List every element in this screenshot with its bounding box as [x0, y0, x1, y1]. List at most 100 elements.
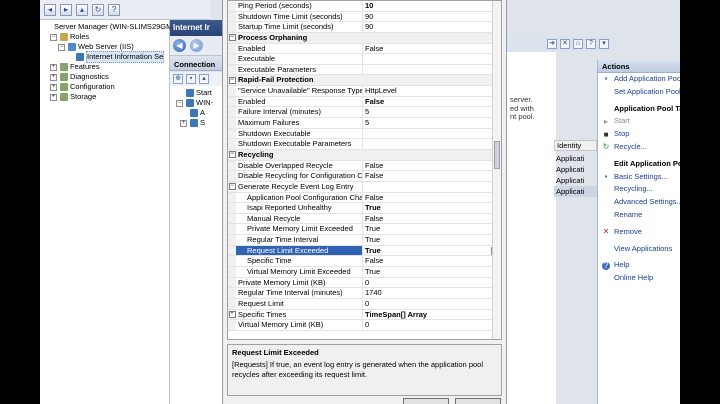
tree-item[interactable]: + Features: [40, 62, 169, 72]
back-icon[interactable]: ◂: [44, 3, 56, 16]
property-row[interactable]: Failure Interval (minutes) 5: [228, 107, 501, 119]
property-row[interactable]: Shutdown Time Limit (seconds) 90: [228, 11, 501, 23]
property-value[interactable]: [363, 139, 501, 149]
property-value[interactable]: 0: [363, 299, 501, 309]
property-value[interactable]: TimeSpan[] Array: [363, 310, 501, 320]
identity-cell[interactable]: Applicati: [554, 153, 597, 164]
property-row[interactable]: Virtual Memory Limit Exceeded True: [228, 267, 501, 278]
action-help[interactable]: ? Help: [598, 259, 680, 272]
identity-cell[interactable]: Applicati: [554, 164, 597, 175]
property-row[interactable]: Shutdown Executable: [228, 128, 501, 140]
property-row[interactable]: Regular Time Interval True: [228, 235, 501, 246]
action-stop[interactable]: ■ Stop: [598, 128, 680, 141]
property-value[interactable]: True: [363, 203, 501, 213]
property-row[interactable]: Ping Period (seconds) 10: [228, 1, 501, 12]
action-remove[interactable]: ✕ Remove: [598, 226, 680, 239]
identity-cell[interactable]: Applicati: [554, 175, 597, 186]
action-recycling[interactable]: Recycling...: [598, 183, 680, 196]
property-row[interactable]: Isapi Reported Unhealthy True: [228, 203, 501, 214]
expand-icon[interactable]: +: [50, 83, 57, 91]
property-value[interactable]: 5: [363, 118, 501, 128]
property-row[interactable]: Regular Time Interval (minutes) 1740: [228, 288, 501, 299]
property-row[interactable]: Enabled False: [228, 96, 501, 108]
property-row[interactable]: Private Memory Limit Exceeded True: [228, 224, 501, 236]
collapse-icon[interactable]: −: [176, 99, 183, 107]
action-set-application-pool-defaults[interactable]: Set Application Pool Defaults...: [598, 86, 680, 99]
property-value[interactable]: True: [363, 246, 501, 256]
scrollbar-thumb[interactable]: [494, 141, 500, 169]
property-value[interactable]: [363, 129, 501, 139]
up-folder-icon[interactable]: ▴: [76, 3, 88, 16]
property-row[interactable]: Disable Recycling for Configuration Chan…: [228, 171, 501, 182]
collapse-icon[interactable]: −: [228, 76, 236, 84]
property-row[interactable]: Request Limit 0: [228, 298, 501, 310]
property-value[interactable]: False: [363, 214, 501, 224]
dropdown-icon[interactable]: ▾: [599, 39, 609, 49]
back-arrow-icon[interactable]: ◀: [173, 39, 186, 52]
identity-cell-selected[interactable]: Applicati: [554, 186, 597, 197]
action-advanced-settings[interactable]: Advanced Settings...: [598, 196, 680, 209]
tree-item[interactable]: Internet Information Se: [40, 51, 169, 63]
property-row[interactable]: Virtual Memory Limit (KB) 0: [228, 320, 501, 331]
collapse-icon[interactable]: −: [228, 183, 236, 191]
property-row[interactable]: "Service Unavailable" Response Type HttpL…: [228, 86, 501, 97]
property-value[interactable]: False: [363, 193, 501, 203]
property-row[interactable]: Manual Recycle False: [228, 213, 501, 225]
property-row[interactable]: − Generate Recycle Event Log Entry: [228, 181, 501, 193]
save-icon[interactable]: ▪: [186, 74, 196, 84]
property-value[interactable]: HttpLevel: [363, 86, 501, 96]
forward-arrow-icon[interactable]: ▶: [190, 39, 203, 52]
tree-item[interactable]: Server Manager (WIN-SLIMS29GM: [40, 22, 172, 32]
cancel-button[interactable]: [455, 398, 501, 404]
expand-icon[interactable]: +: [228, 310, 236, 318]
connect-icon[interactable]: ⊕: [173, 74, 183, 84]
collapse-icon[interactable]: −: [58, 43, 65, 51]
refresh-icon[interactable]: ↻: [92, 3, 104, 16]
forward-icon[interactable]: ▸: [60, 3, 72, 16]
expand-icon[interactable]: +: [50, 93, 57, 101]
category-row[interactable]: − Recycling: [228, 149, 501, 161]
expand-icon[interactable]: +: [180, 119, 187, 127]
property-value[interactable]: False: [363, 256, 501, 266]
property-value[interactable]: 10: [363, 1, 501, 11]
property-value[interactable]: 1740: [363, 288, 501, 298]
property-row[interactable]: Specific Time False: [228, 256, 501, 268]
tree-item[interactable]: + Storage: [40, 92, 169, 102]
property-value[interactable]: 90: [363, 12, 501, 22]
property-row[interactable]: + Specific Times TimeSpan[] Array: [228, 309, 501, 321]
tree-item[interactable]: + Configuration: [40, 82, 169, 92]
property-value[interactable]: True: [363, 267, 501, 277]
go-icon[interactable]: ➜: [547, 39, 557, 49]
property-value[interactable]: 90: [363, 22, 501, 32]
action-add-application-pool[interactable]: ▪ Add Application Pool...: [598, 73, 680, 86]
property-row[interactable]: Executable Parameters: [228, 64, 501, 76]
collapse-icon[interactable]: −: [50, 33, 57, 41]
property-row[interactable]: Maximum Failures 5: [228, 118, 501, 129]
tree-item[interactable]: − Roles: [40, 32, 169, 42]
property-value[interactable]: False: [363, 171, 501, 181]
property-row[interactable]: Application Pool Configuration Change Fal…: [228, 192, 501, 204]
collapse-icon[interactable]: −: [228, 34, 236, 42]
property-value[interactable]: False: [363, 97, 501, 107]
property-row[interactable]: Enabled False: [228, 43, 501, 55]
category-row[interactable]: − Process Orphaning: [228, 32, 501, 44]
help-nav-icon[interactable]: ?: [586, 39, 596, 49]
vertical-scrollbar[interactable]: [492, 1, 501, 339]
category-row[interactable]: − Rapid-Fail Protection: [228, 75, 501, 87]
property-row[interactable]: Private Memory Limit (KB) 0: [228, 277, 501, 289]
tree-item[interactable]: + Diagnostics: [40, 72, 169, 82]
help-icon[interactable]: ?: [108, 3, 120, 16]
property-value[interactable]: False: [363, 161, 501, 171]
ok-button[interactable]: [403, 398, 449, 404]
expand-icon[interactable]: +: [50, 63, 57, 71]
property-row[interactable]: Startup Time Limit (seconds) 90: [228, 22, 501, 33]
property-value[interactable]: 0: [363, 278, 501, 288]
identity-column-header[interactable]: Identity: [554, 140, 597, 151]
collapse-icon[interactable]: −: [228, 151, 236, 159]
action-view-applications[interactable]: View Applications: [598, 243, 680, 256]
home-icon[interactable]: ⌂: [573, 39, 583, 49]
stop-nav-icon[interactable]: ✕: [560, 39, 570, 49]
property-value[interactable]: [363, 54, 501, 64]
property-value[interactable]: False: [363, 44, 501, 54]
expand-icon[interactable]: +: [50, 73, 57, 81]
